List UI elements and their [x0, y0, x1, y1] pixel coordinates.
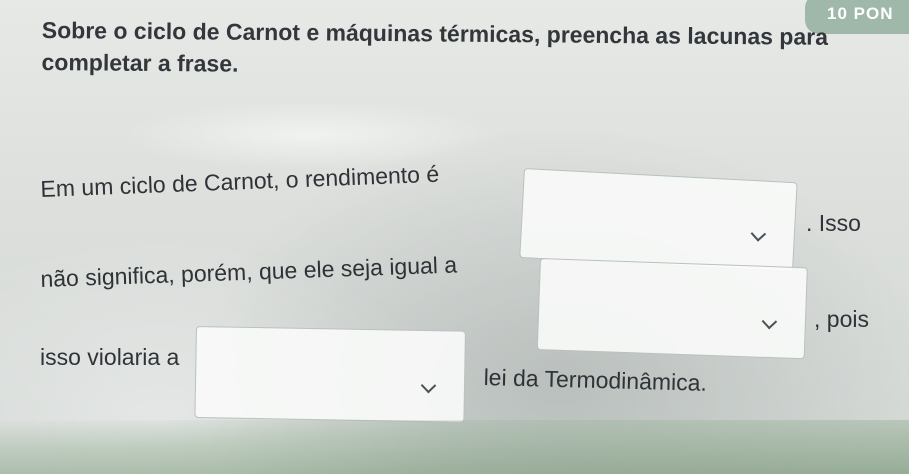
sentence-part-6: lei da Termodinâmica. — [483, 364, 708, 396]
chevron-down-icon — [761, 313, 778, 330]
sentence-part-5: isso violaria a — [40, 344, 180, 370]
photo-background-band — [0, 420, 909, 474]
sentence-part-1: Em um ciclo de Carnot, o rendimento é — [40, 160, 440, 202]
sentence-part-2: . Isso — [806, 210, 861, 236]
chevron-down-icon — [750, 226, 767, 242]
blank-dropdown-3[interactable] — [194, 326, 466, 423]
blank-dropdown-2[interactable] — [536, 258, 808, 360]
sentence-part-4: , pois — [814, 306, 869, 332]
chevron-down-icon — [420, 377, 437, 394]
photo-glare — [120, 100, 500, 170]
sentence-part-3: não significa, porém, que ele seja igual… — [40, 251, 458, 292]
question-prompt: Sobre o ciclo de Carnot e máquinas térmi… — [41, 16, 829, 77]
blank-dropdown-1[interactable] — [519, 168, 798, 273]
